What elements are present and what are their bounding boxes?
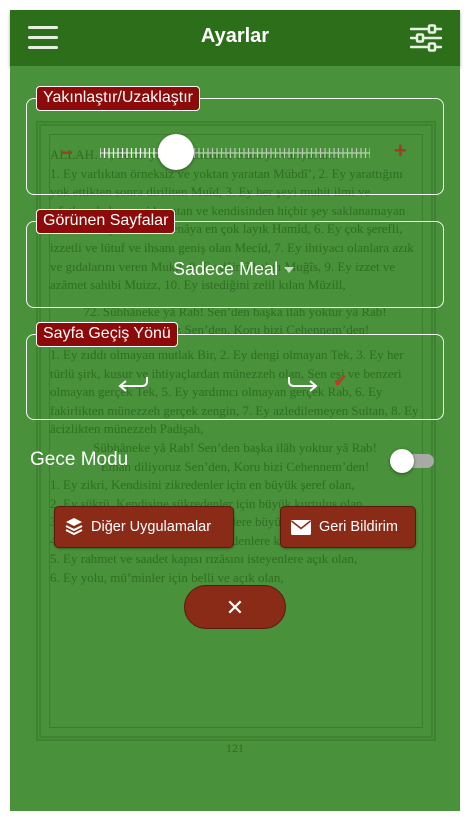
zoom-slider-track[interactable] — [100, 146, 370, 160]
chevron-down-icon — [284, 267, 295, 274]
feedback-button[interactable]: Geri Bildirim — [280, 506, 416, 548]
night-mode-label: Gece Modu — [30, 449, 129, 470]
zoom-label: Yakınlaştır/Uzaklaştır — [36, 86, 200, 111]
layers-icon — [65, 518, 83, 536]
selected-check-icon: ✔ — [333, 371, 349, 391]
bg-list-item: 1. Ey zikri, Kendisini zikredenler için … — [50, 477, 355, 493]
page-turn-label: Sayfa Geçiş Yönü — [36, 322, 178, 347]
sliders-icon[interactable] — [409, 24, 443, 52]
zoom-slider-thumb[interactable] — [157, 134, 194, 170]
zoom-out-icon[interactable]: − — [60, 142, 78, 164]
page-title: Ayarlar — [200, 25, 270, 47]
bg-list-item: 5. Ey rahmet ve saadet kapısı rızâsını i… — [50, 551, 358, 567]
turn-right-option[interactable] — [285, 371, 321, 393]
settings-screen: Ayarlar ALLAH… , Senin yüce isimlerin — [0, 0, 470, 827]
close-button[interactable]: ✕ — [184, 585, 286, 629]
visible-pages-dropdown[interactable]: Sadece Meal — [173, 259, 295, 280]
zoom-in-icon[interactable]: + — [394, 140, 412, 162]
arrow-return-right-icon — [288, 377, 318, 392]
page-number: 121 — [226, 741, 244, 755]
other-apps-button[interactable]: Diğer Uygulamalar — [54, 506, 234, 548]
visible-pages-label: Görünen Sayfalar — [36, 209, 176, 234]
other-apps-label: Diğer Uygulamalar — [91, 519, 212, 535]
night-mode-toggle[interactable] — [390, 449, 434, 473]
visible-pages-selected: Sadece Meal — [173, 259, 279, 279]
close-icon: ✕ — [225, 595, 245, 620]
turn-left-option[interactable] — [115, 371, 151, 393]
envelope-icon — [291, 520, 311, 535]
arrow-return-left-icon — [118, 377, 148, 392]
feedback-label: Geri Bildirim — [319, 519, 398, 535]
app-header: Ayarlar — [10, 10, 460, 66]
toggle-knob — [390, 449, 414, 473]
settings-panel: ALLAH… , Senin yüce isimlerinle Sana yal… — [10, 66, 460, 811]
